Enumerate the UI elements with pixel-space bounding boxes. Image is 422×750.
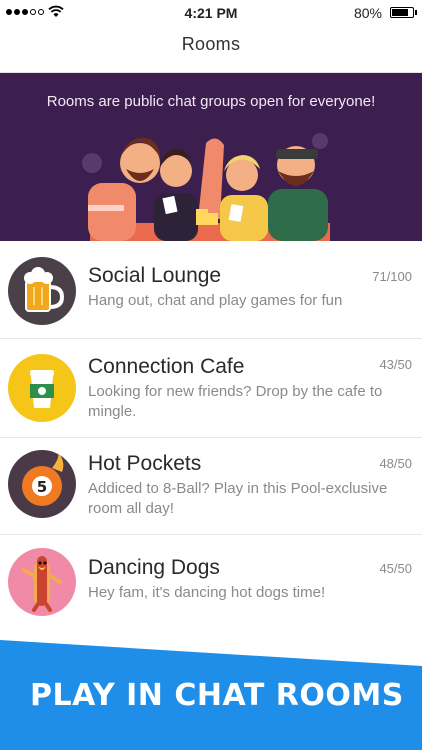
battery-icon: [390, 7, 414, 18]
room-social-lounge[interactable]: Social Lounge Hang out, chat and play ga…: [0, 241, 422, 339]
svg-text:5: 5: [37, 478, 47, 496]
status-bar: 4:21 PM 80%: [0, 0, 422, 26]
rooms-banner: Rooms are public chat groups open for ev…: [0, 73, 422, 241]
room-name: Dancing Dogs: [88, 556, 220, 579]
pool-ball-5-icon: 5: [8, 450, 76, 518]
hot-dog-icon: [8, 548, 76, 616]
room-dancing-dogs[interactable]: Dancing Dogs Hey fam, it's dancing hot d…: [0, 535, 422, 633]
room-connection-cafe[interactable]: Connection Cafe Looking for new friends?…: [0, 339, 422, 438]
room-name: Hot Pockets: [88, 452, 202, 475]
room-member-count: 48/50: [379, 456, 412, 471]
room-member-count: 45/50: [379, 561, 412, 576]
room-name: Social Lounge: [88, 264, 222, 287]
page-title: Rooms: [181, 34, 241, 54]
room-description: Looking for new friends? Drop by the caf…: [88, 383, 383, 420]
coffee-cup-icon: [8, 354, 76, 422]
room-name: Connection Cafe: [88, 355, 245, 378]
room-description: Addiced to 8-Ball? Play in this Pool-exc…: [88, 480, 388, 517]
room-description: Hey fam, it's dancing hot dogs time!: [88, 584, 326, 601]
beer-mug-icon: [8, 257, 76, 325]
footer-headline: PLAY IN CHAT ROOMS: [30, 678, 404, 713]
room-member-count: 43/50: [379, 357, 412, 372]
group-of-friends-illustration: [70, 133, 350, 241]
banner-text: Rooms are public chat groups open for ev…: [46, 93, 376, 110]
battery-percent: 80%: [353, 5, 382, 21]
battery-cap: [415, 10, 417, 15]
promo-footer: PLAY IN CHAT ROOMS: [0, 640, 422, 750]
room-description: Hang out, chat and play games for fun: [88, 292, 343, 309]
room-member-count: 71/100: [372, 269, 412, 284]
room-hot-pockets[interactable]: 5 Hot Pockets Addiced to 8-Ball? Play in…: [0, 438, 422, 535]
